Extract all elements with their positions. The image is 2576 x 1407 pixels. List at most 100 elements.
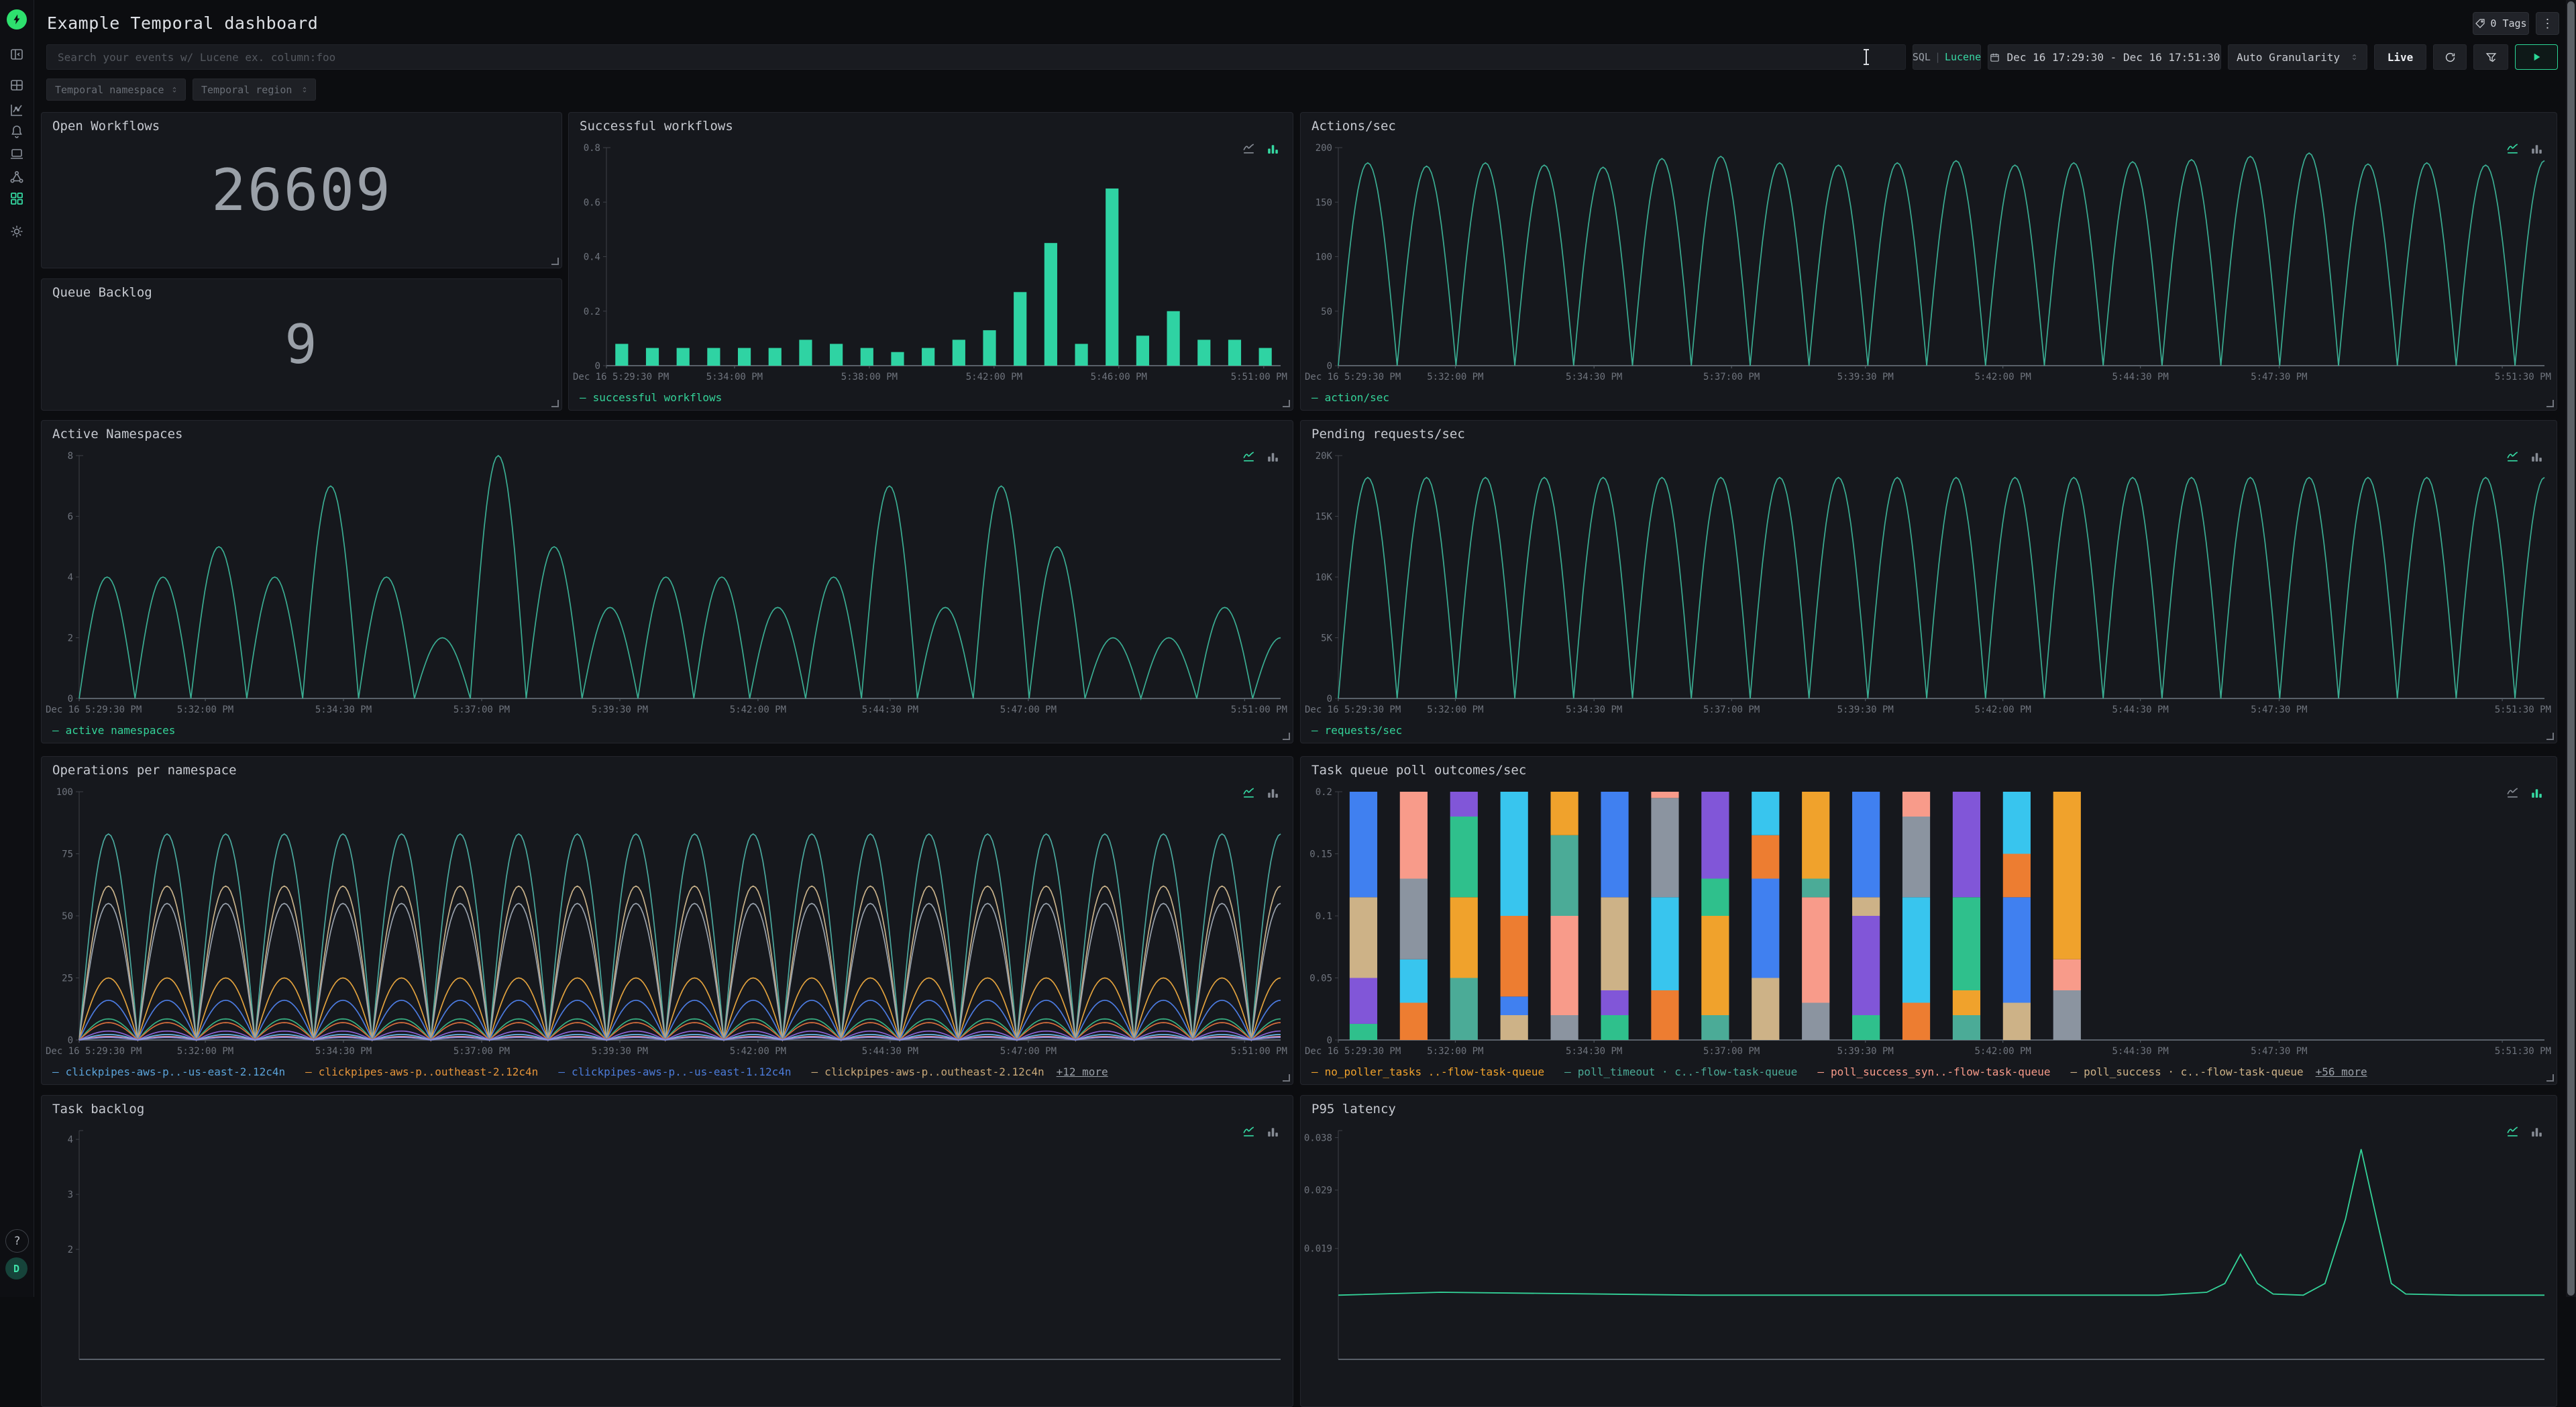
panel-resize-handle[interactable]: [1283, 733, 1290, 740]
chart-legend: —clickpipes-aws-p..-us-east-2.12c4n —clic…: [52, 1063, 1108, 1080]
panel-title: Actions/sec: [1311, 119, 1396, 134]
granularity-select[interactable]: Auto Granularity: [2228, 44, 2367, 70]
panel-resize-handle[interactable]: [1283, 1074, 1290, 1082]
panel-resize-handle[interactable]: [2546, 1074, 2554, 1082]
app-logo-icon[interactable]: [7, 9, 27, 30]
filter-label: Temporal namespace: [55, 84, 164, 96]
panel-resize-handle[interactable]: [2546, 733, 2554, 740]
svg-text:5:44:30 PM: 5:44:30 PM: [862, 1046, 918, 1057]
scrollbar-thumb[interactable]: [2567, 1, 2575, 1296]
bar-chart-icon[interactable]: [2529, 785, 2544, 800]
date-range-picker[interactable]: Dec 16 17:29:30 - Dec 16 17:51:30: [1988, 44, 2221, 70]
panel-title: Pending requests/sec: [1311, 427, 1465, 441]
live-button[interactable]: Live: [2374, 44, 2426, 70]
panel-actions-sec: Actions/sec 050100150200Dec 16 5:29:30 P…: [1300, 112, 2557, 411]
legend-item[interactable]: —clickpipes-aws-p..outheast-2.12c4n: [811, 1065, 1044, 1078]
active-namespaces-chart[interactable]: 02468Dec 16 5:29:30 PM5:32:00 PM5:34:30 …: [44, 446, 1289, 719]
successful-workflows-chart[interactable]: 00.20.40.60.8Dec 16 5:29:30 PM5:34:00 PM…: [572, 138, 1289, 386]
svg-text:5:42:00 PM: 5:42:00 PM: [1975, 705, 2031, 715]
line-chart-icon[interactable]: [1242, 141, 1257, 156]
legend-item[interactable]: —clickpipes-aws-p..-us-east-2.12c4n: [52, 1065, 285, 1078]
task-backlog-chart[interactable]: 432: [44, 1121, 1289, 1379]
panel-toggle-icon[interactable]: [9, 46, 25, 62]
bar-chart-icon[interactable]: [1265, 785, 1281, 800]
panel-resize-handle[interactable]: [2546, 400, 2554, 407]
line-chart-icon[interactable]: [2506, 141, 2521, 156]
kebab-menu-button[interactable]: ⋮: [2536, 12, 2559, 35]
devices-laptop-icon[interactable]: [9, 146, 25, 162]
legend-item[interactable]: —active namespaces: [52, 724, 175, 737]
svg-text:5:51:00 PM: 5:51:00 PM: [1231, 1046, 1287, 1057]
panel-resize-handle[interactable]: [551, 400, 559, 407]
actions-sec-chart[interactable]: 050100150200Dec 16 5:29:30 PM5:32:00 PM5…: [1303, 138, 2553, 386]
line-chart-icon[interactable]: [1242, 1124, 1257, 1139]
bar-chart-icon[interactable]: [1265, 449, 1281, 464]
legend-item[interactable]: —requests/sec: [1311, 724, 1402, 737]
svg-text:5:32:00 PM: 5:32:00 PM: [1427, 1046, 1483, 1057]
topology-nodes-icon[interactable]: [9, 169, 25, 185]
query-language-toggle[interactable]: SQL | Lucene: [1913, 44, 1981, 70]
dashboard-grid-icon[interactable]: [9, 77, 25, 93]
p95-latency-chart[interactable]: 0.0380.0290.019: [1303, 1121, 2553, 1379]
svg-text:0.15: 0.15: [1309, 849, 1332, 860]
legend-item[interactable]: —poll_success_syn..-flow-task-queue: [1817, 1065, 2050, 1078]
legend-more-link[interactable]: +56 more: [2316, 1065, 2367, 1078]
bar-chart-icon[interactable]: [2529, 1124, 2544, 1139]
line-chart-icon[interactable]: [2506, 449, 2521, 464]
live-label: Live: [2387, 51, 2414, 64]
user-avatar[interactable]: D: [5, 1257, 28, 1280]
panel-resize-handle[interactable]: [1283, 400, 1290, 407]
svg-text:0.038: 0.038: [1304, 1133, 1332, 1143]
operations-per-namespace-chart[interactable]: 0255075100Dec 16 5:29:30 PM5:32:00 PM5:3…: [44, 782, 1289, 1060]
panel-title: P95 latency: [1311, 1102, 1396, 1116]
play-icon: [2531, 52, 2542, 62]
alerts-bell-icon[interactable]: [9, 123, 25, 140]
pending-requests-chart[interactable]: 05K10K15K20KDec 16 5:29:30 PM5:32:00 PM5…: [1303, 446, 2553, 719]
settings-gear-icon[interactable]: [9, 223, 25, 240]
chart-legend: —successful workflows: [580, 388, 722, 406]
help-button[interactable]: ?: [5, 1229, 29, 1253]
bar-chart-icon[interactable]: [1265, 1124, 1281, 1139]
open-workflows-value: 26609: [42, 113, 561, 268]
apps-grid-icon[interactable]: [9, 191, 25, 207]
bar-chart-icon[interactable]: [2529, 449, 2544, 464]
sql-option[interactable]: SQL: [1913, 51, 1931, 63]
svg-text:0.019: 0.019: [1304, 1244, 1332, 1255]
svg-text:5:39:30 PM: 5:39:30 PM: [592, 705, 648, 715]
svg-text:25: 25: [62, 974, 73, 984]
tags-button[interactable]: 0 Tags: [2473, 12, 2529, 35]
tags-label: 0 Tags: [2490, 17, 2526, 30]
refresh-button[interactable]: [2433, 44, 2467, 70]
filter-button[interactable]: [2473, 44, 2508, 70]
line-chart-icon[interactable]: [2506, 785, 2521, 800]
legend-item[interactable]: —successful workflows: [580, 391, 722, 404]
legend-item[interactable]: —clickpipes-aws-p..outheast-2.12c4n: [305, 1065, 538, 1078]
search-input[interactable]: [47, 45, 1905, 69]
bar-chart-icon[interactable]: [2529, 141, 2544, 156]
page-scrollbar[interactable]: [2566, 0, 2576, 1297]
legend-item[interactable]: —poll_timeout · c..-flow-task-queue: [1564, 1065, 1797, 1078]
legend-item[interactable]: —action/sec: [1311, 391, 1389, 404]
lucene-option[interactable]: Lucene: [1945, 51, 1981, 63]
svg-text:5:37:00 PM: 5:37:00 PM: [453, 1046, 510, 1057]
legend-more-link[interactable]: +12 more: [1057, 1065, 1108, 1078]
line-chart-icon[interactable]: [2506, 1124, 2521, 1139]
legend-item[interactable]: —poll_success · c..-flow-task-queue: [2070, 1065, 2303, 1078]
legend-item[interactable]: —no_poller_tasks ..-flow-task-queue: [1311, 1065, 1544, 1078]
task-queue-polls-chart[interactable]: 00.050.10.150.2Dec 16 5:29:30 PM5:32:00 …: [1303, 782, 2553, 1060]
panel-resize-handle[interactable]: [551, 258, 559, 265]
filter-temporal-region[interactable]: Temporal region: [193, 79, 316, 101]
svg-text:0: 0: [68, 1035, 73, 1046]
line-chart-icon[interactable]: [1242, 785, 1257, 800]
legend-item[interactable]: —clickpipes-aws-p..-us-east-1.12c4n: [558, 1065, 791, 1078]
line-chart-icon[interactable]: [1242, 449, 1257, 464]
chevron-updown-icon: [2350, 52, 2359, 62]
svg-text:5:51:30 PM: 5:51:30 PM: [2495, 1046, 2551, 1057]
search-bar: [46, 44, 1906, 70]
svg-text:5:37:00 PM: 5:37:00 PM: [453, 705, 510, 715]
filter-temporal-namespace[interactable]: Temporal namespace: [46, 79, 186, 101]
run-query-button[interactable]: [2515, 44, 2558, 70]
bar-chart-icon[interactable]: [1265, 141, 1281, 156]
svg-text:Dec 16 5:29:30 PM: Dec 16 5:29:30 PM: [46, 1046, 142, 1057]
metrics-chart-icon[interactable]: [9, 102, 25, 118]
